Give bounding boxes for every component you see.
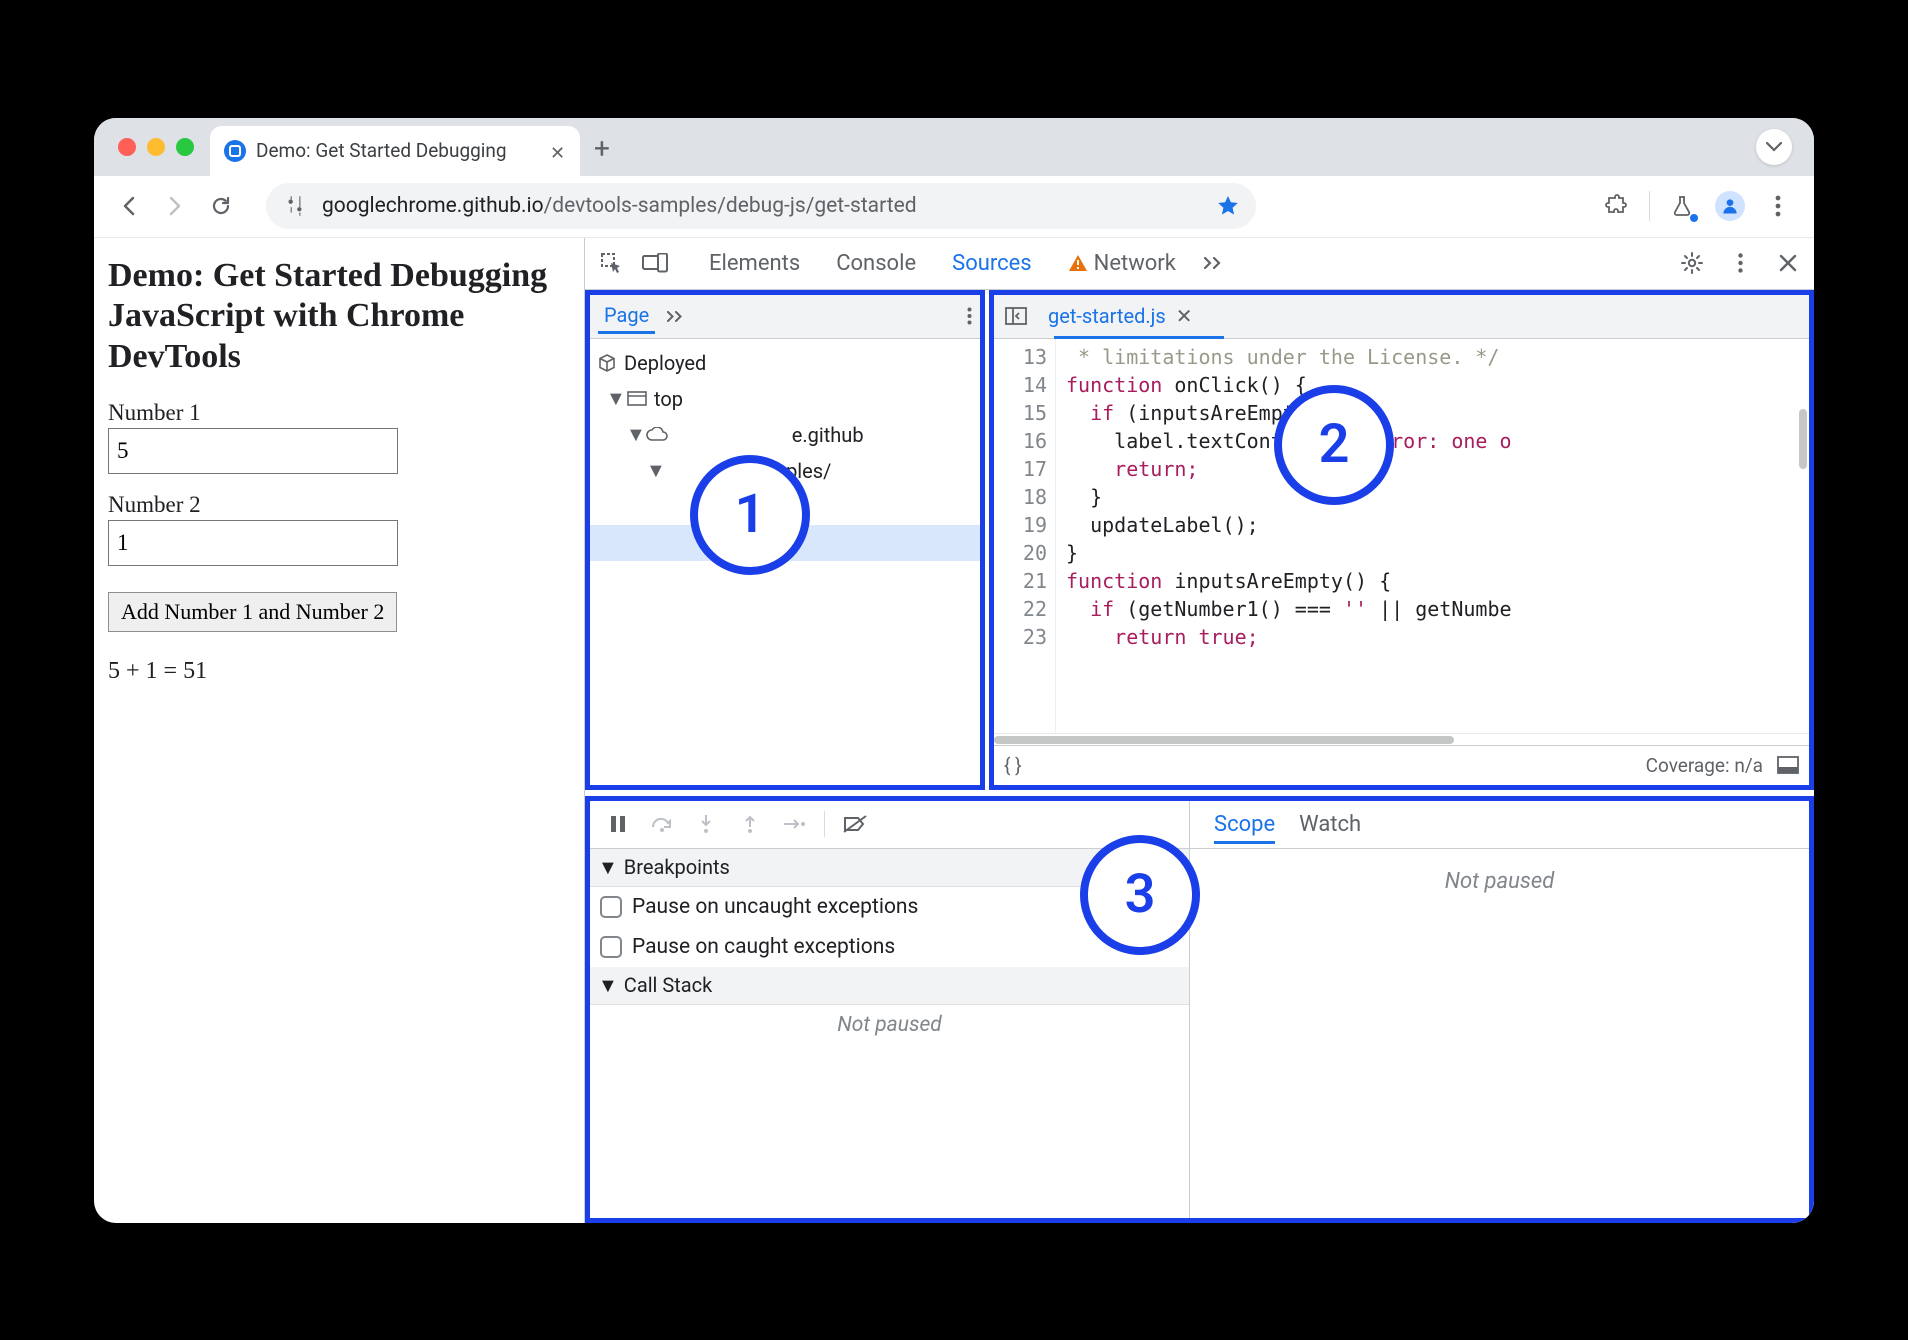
page-viewport: Demo: Get Started Debugging JavaScript w… [94,238,584,1223]
cube-icon [596,352,618,374]
tab-title: Demo: Get Started Debugging [256,139,540,162]
titlebar: Demo: Get Started Debugging ✕ + [94,118,1814,176]
separator [1649,191,1650,221]
url-text: googlechrome.github.io/devtools-samples/… [322,194,917,218]
browser-tab[interactable]: Demo: Get Started Debugging ✕ [210,126,580,176]
more-tabs-button[interactable] [1194,257,1234,269]
labs-icon[interactable] [1662,186,1702,226]
close-file-tab-icon[interactable]: ✕ [1176,304,1193,328]
device-toolbar-icon[interactable] [633,241,677,285]
number1-label: Number 1 [108,400,570,426]
toggle-navigator-icon[interactable] [1000,300,1032,332]
checkbox-icon[interactable] [600,896,622,918]
devtools-tab-bar: Elements Console Sources Network [585,238,1814,290]
close-tab-button[interactable]: ✕ [550,143,566,159]
tab-search-button[interactable] [1756,129,1792,165]
navigator-tab-page[interactable]: Page [598,299,655,334]
tab-scope[interactable]: Scope [1214,812,1275,844]
navigator-more-tabs[interactable] [667,311,685,322]
number1-input[interactable] [108,428,398,474]
page-heading: Demo: Get Started Debugging JavaScript w… [108,256,570,378]
editor-file-tab[interactable]: get-started.js ✕ [1042,300,1199,332]
navigator-kebab-icon[interactable] [967,307,972,325]
callstack-not-paused: Not paused [590,1005,1189,1045]
devtools-kebab-icon[interactable] [1718,241,1762,285]
minimize-window-button[interactable] [147,138,165,156]
zoom-window-button[interactable] [176,138,194,156]
number2-label: Number 2 [108,492,570,518]
add-button[interactable]: Add Number 1 and Number 2 [108,592,397,632]
browser-window: Demo: Get Started Debugging ✕ + googlech… [94,118,1814,1223]
tree-top[interactable]: ▼ top [590,381,980,417]
callstack-section-header[interactable]: ▼Call Stack [590,967,1189,1005]
window-icon [626,388,648,410]
line-gutter: 1314151617181920212223 [994,339,1056,733]
vertical-scrollbar[interactable] [1799,409,1807,469]
annotation-circle-3: 3 [1080,835,1200,955]
close-devtools-icon[interactable] [1766,241,1810,285]
tree-deployed[interactable]: Deployed [590,345,980,381]
horizontal-scrollbar-track [994,733,1809,745]
annotation-circle-2: 2 [1274,385,1394,505]
address-bar[interactable]: googlechrome.github.io/devtools-samples/… [266,183,1256,229]
tab-network[interactable]: Network [1050,238,1194,289]
back-button[interactable] [110,187,148,225]
debugger-right-column: Scope Watch Not paused [1190,801,1809,1218]
step-out-button[interactable] [730,804,770,844]
scope-not-paused: Not paused [1190,869,1809,894]
editor-footer: { } Coverage: n/a [994,745,1809,785]
tab-console[interactable]: Console [818,238,934,289]
tab-elements[interactable]: Elements [691,238,818,289]
window-controls [118,138,194,156]
scope-watch-tabs: Scope Watch [1190,801,1809,849]
checkbox-icon[interactable] [600,936,622,958]
tree-origin[interactable]: ▼ googlechrome.github [590,417,980,453]
editor-pane: get-started.js ✕ 1314151617181920212223 … [989,290,1814,790]
debugger-toolbar [590,801,1189,849]
devtools-panel: Elements Console Sources Network [584,238,1814,1223]
debugger-pane: ▼Breakpoints Pause on uncaught exception… [585,796,1814,1223]
bookmark-star-icon[interactable] [1216,194,1240,218]
number2-input[interactable] [108,520,398,566]
coverage-label: Coverage: n/a [1646,754,1763,777]
settings-gear-icon[interactable] [1670,241,1714,285]
tab-sources[interactable]: Sources [934,238,1050,289]
forward-button[interactable] [156,187,194,225]
inspect-element-icon[interactable] [589,241,633,285]
navigator-pane: Page Deployed [585,290,985,790]
step-over-button[interactable] [642,804,682,844]
annotation-circle-1: 1 [690,455,810,575]
pause-button[interactable] [598,804,638,844]
warning-icon [1068,254,1088,272]
deactivate-breakpoints-button[interactable] [835,804,875,844]
reload-button[interactable] [202,187,240,225]
profile-avatar[interactable] [1710,186,1750,226]
tab-watch[interactable]: Watch [1299,812,1361,837]
cloud-icon [646,424,668,446]
pretty-print-icon[interactable]: { } [1004,754,1022,777]
site-settings-icon[interactable] [282,193,308,219]
new-tab-button[interactable]: + [594,132,610,165]
content-area: Demo: Get Started Debugging JavaScript w… [94,238,1814,1223]
separator [824,811,825,837]
toggle-bottom-icon[interactable] [1777,756,1799,774]
kebab-menu-button[interactable] [1758,186,1798,226]
close-window-button[interactable] [118,138,136,156]
browser-toolbar: googlechrome.github.io/devtools-samples/… [94,176,1814,238]
step-into-button[interactable] [686,804,726,844]
code-text: * limitations under the License. */ func… [1056,339,1809,733]
code-editor[interactable]: 1314151617181920212223 * limitations und… [994,339,1809,733]
favicon-icon [224,140,246,162]
horizontal-scrollbar[interactable] [994,736,1454,744]
extensions-icon[interactable] [1597,186,1637,226]
step-button[interactable] [774,804,814,844]
result-text: 5 + 1 = 51 [108,658,570,685]
